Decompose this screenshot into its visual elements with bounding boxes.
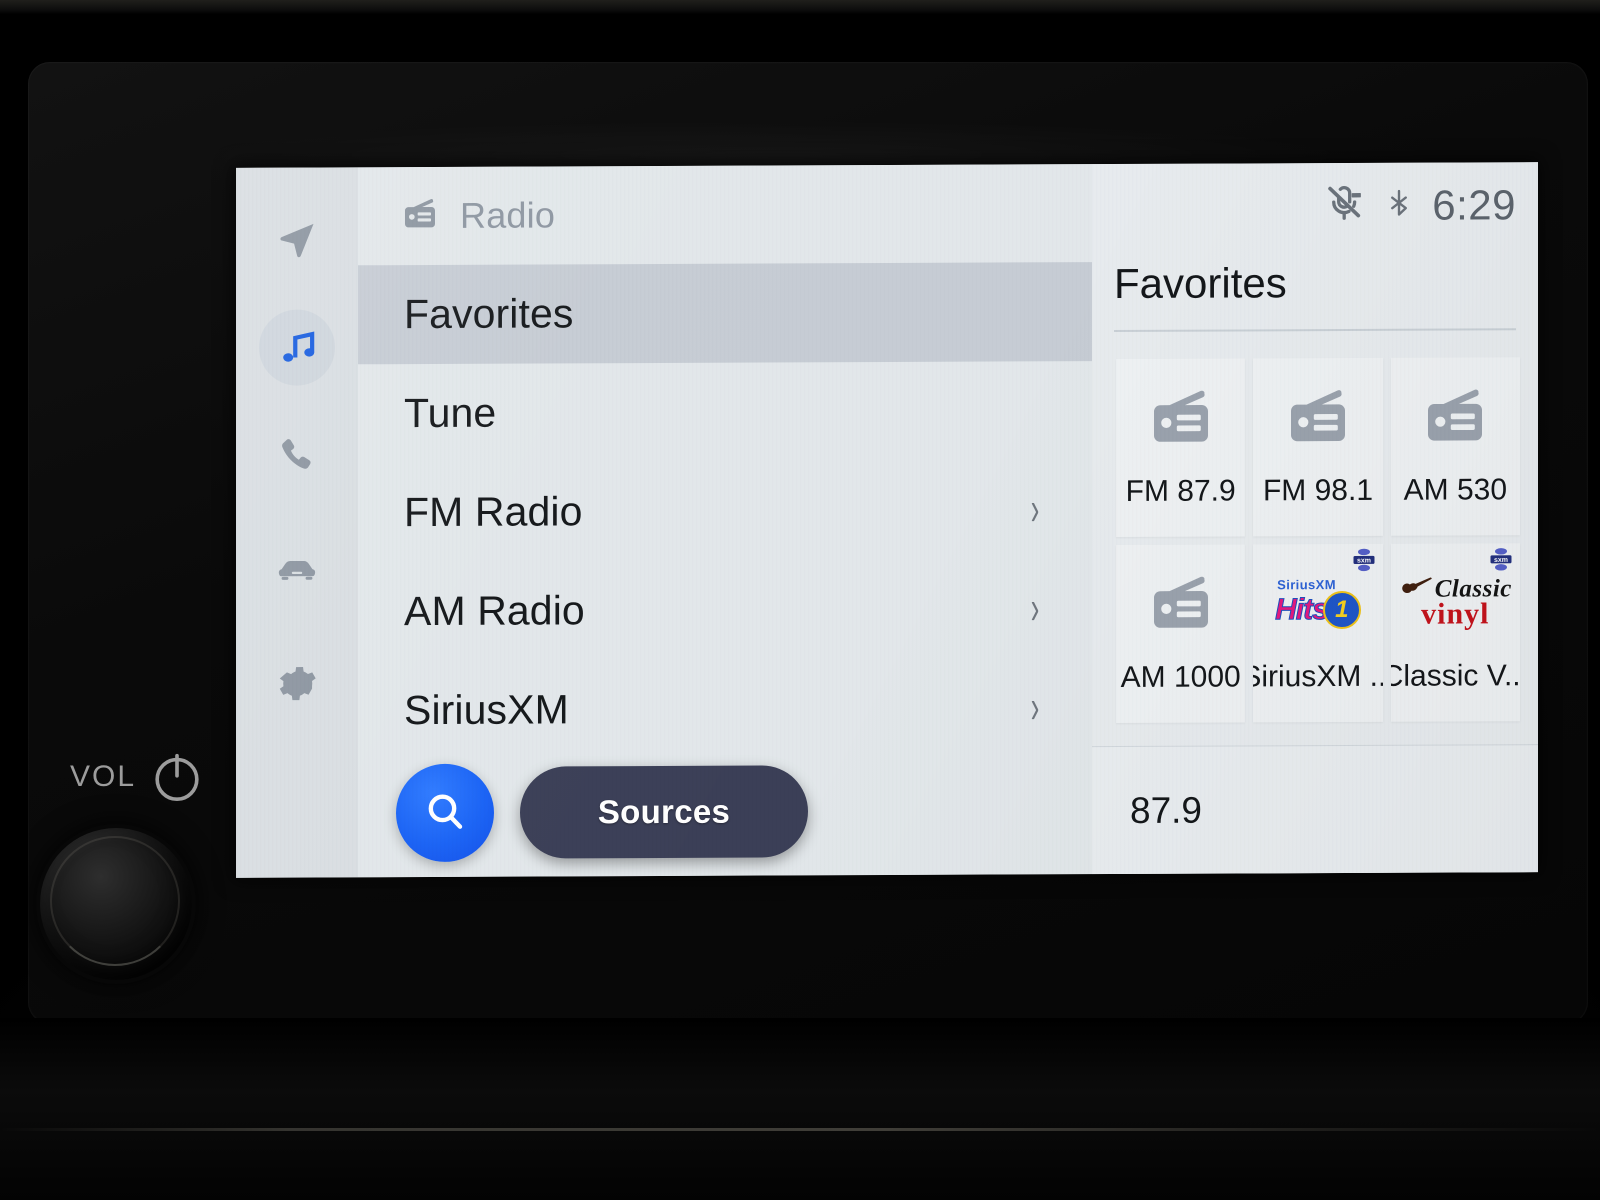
- favorite-label: AM 530: [1403, 473, 1508, 507]
- favorites-grid: FM 87.9 FM 98.1 AM 530 AM 1000 sxm Siriu…: [1116, 357, 1520, 724]
- menu-item-fm-radio[interactable]: FM Radio ›: [358, 460, 1092, 562]
- svg-text:sxm: sxm: [1357, 557, 1371, 564]
- sidebar-item-phone[interactable]: [259, 419, 335, 495]
- menu-item-am-radio[interactable]: AM Radio ›: [358, 559, 1092, 661]
- favorite-label: FM 87.9: [1125, 474, 1236, 508]
- menu-item-label: FM Radio: [404, 488, 583, 536]
- favorite-label: Classic V...: [1390, 659, 1520, 693]
- dashboard-housing: VOL Radio Favorites Tune FM Radio › AM R…: [0, 0, 1600, 1200]
- clock: 6:29: [1432, 180, 1516, 229]
- sidebar-rail: [236, 167, 358, 878]
- sidebar-item-vehicle[interactable]: [259, 533, 335, 609]
- favorites-title: Favorites: [1114, 259, 1287, 308]
- now-playing-frequency: 87.9: [1130, 789, 1203, 831]
- power-icon[interactable]: [148, 748, 206, 806]
- vinyl-wordmark: vinyl: [1421, 596, 1490, 631]
- hits-wordmark: Hits: [1275, 593, 1329, 627]
- radio-icon: [1391, 357, 1520, 476]
- menu-item-label: Favorites: [404, 290, 574, 338]
- svg-text:sxm: sxm: [1494, 557, 1508, 564]
- radio-icon: [400, 193, 440, 238]
- search-icon: [420, 786, 470, 839]
- volume-power-control[interactable]: VOL: [70, 748, 206, 806]
- menu-item-label: AM Radio: [404, 587, 585, 635]
- menu-item-siriusxm[interactable]: SiriusXM ›: [358, 658, 1092, 760]
- sources-button[interactable]: Sources: [520, 765, 808, 859]
- siriusxm-wordmark: SiriusXM: [1277, 576, 1336, 592]
- phone-icon: [275, 433, 319, 482]
- section-divider: [1114, 328, 1516, 333]
- chevron-right-icon: ›: [1030, 681, 1040, 733]
- favorite-label: AM 1000: [1120, 660, 1241, 694]
- chevron-right-icon: ›: [1030, 483, 1040, 535]
- console-trim: [0, 1018, 1600, 1200]
- now-playing-bar[interactable]: 87.9: [1092, 744, 1538, 875]
- menu-item-label: Tune: [404, 389, 497, 437]
- volume-knob[interactable]: [40, 828, 192, 980]
- favorite-label: FM 98.1: [1262, 473, 1374, 508]
- bluetooth-icon: [1384, 181, 1414, 230]
- status-bar: 6:29: [1322, 180, 1516, 230]
- menu-item-favorites[interactable]: Favorites: [358, 262, 1092, 365]
- gear-icon: [275, 661, 319, 710]
- radio-icon: [1116, 544, 1245, 663]
- panel-header: Radio: [358, 164, 1092, 265]
- sidebar-item-media[interactable]: [259, 309, 335, 386]
- favorite-tile[interactable]: FM 87.9: [1116, 358, 1246, 538]
- favorite-tile[interactable]: AM 530: [1390, 357, 1520, 536]
- favorite-tile[interactable]: sxm Classic vinyl Classic V...: [1390, 543, 1520, 722]
- favorite-tile[interactable]: FM 98.1: [1253, 357, 1383, 537]
- microphone-muted-icon: [1322, 181, 1366, 230]
- bezel-top-highlight: [0, 0, 1600, 14]
- panel-header-label: Radio: [460, 194, 556, 236]
- sidebar-item-navigation[interactable]: [259, 203, 335, 279]
- favorite-tile[interactable]: AM 1000: [1116, 544, 1246, 724]
- search-button[interactable]: [396, 763, 494, 863]
- radio-icon: [1253, 358, 1382, 477]
- infotainment-screen[interactable]: Radio Favorites Tune FM Radio › AM Radio…: [236, 162, 1538, 878]
- favorite-tile[interactable]: sxm SiriusXM Hits 1 SiriusXM ...: [1253, 543, 1383, 723]
- menu-item-label: SiriusXM: [404, 686, 569, 734]
- radio-menu-panel: Radio Favorites Tune FM Radio › AM Radio…: [358, 164, 1092, 878]
- sidebar-item-settings[interactable]: [259, 647, 335, 723]
- panel-action-bar: Sources: [358, 746, 1092, 877]
- sxm-badge-icon: sxm: [1351, 548, 1377, 572]
- favorites-panel: 6:29 Favorites FM 87.9 FM 98.1 AM 530 AM…: [1092, 162, 1538, 875]
- volume-label: VOL: [70, 760, 137, 793]
- radio-icon: [1116, 358, 1245, 477]
- navigation-arrow-icon: [275, 217, 319, 266]
- music-note-icon: [274, 322, 320, 373]
- sxm-badge-icon: sxm: [1488, 547, 1514, 571]
- favorite-label: SiriusXM ...: [1253, 659, 1383, 694]
- chevron-right-icon: ›: [1030, 582, 1040, 634]
- car-icon: [273, 545, 321, 598]
- console-trim-line: [0, 1128, 1600, 1131]
- channel-number: 1: [1322, 590, 1361, 629]
- menu-item-tune[interactable]: Tune: [358, 361, 1092, 463]
